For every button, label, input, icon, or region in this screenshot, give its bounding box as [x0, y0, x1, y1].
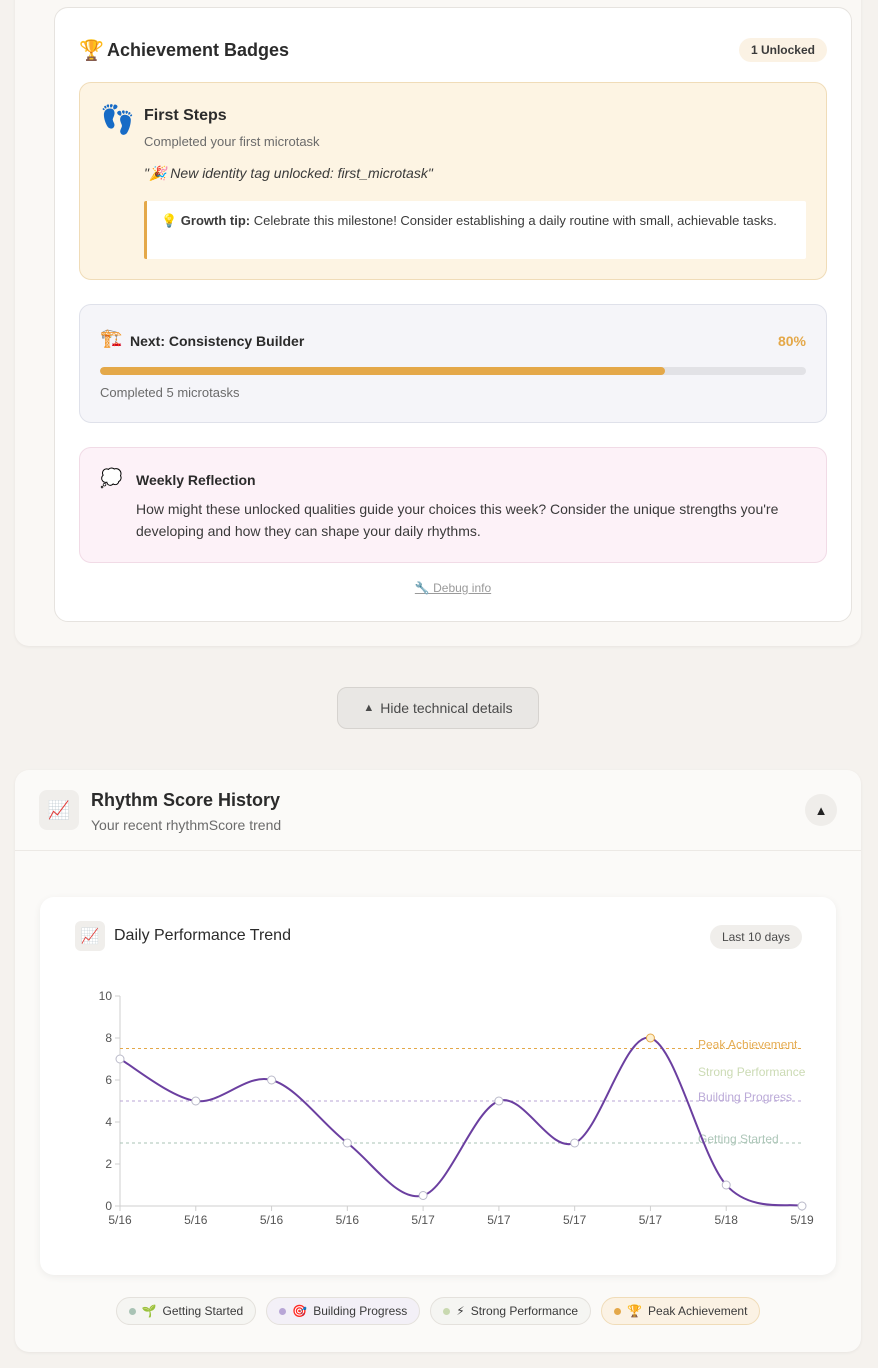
legend-item: 🎯 Building Progress: [266, 1297, 421, 1325]
y-tick-label: 10: [99, 989, 113, 1003]
x-tick-label: 5/16: [184, 1213, 208, 1227]
line-chart: 0 2 4 6 8 10 Peak Achievement Strong Performanc…: [99, 989, 814, 1227]
next-badge-progress: 🏗️ Next: Consistency Builder 80% Complet…: [79, 304, 827, 423]
x-tick-label: 5/16: [336, 1213, 360, 1227]
history-subtitle: Your recent rhythmScore trend: [91, 817, 282, 833]
next-badge-subtext: Completed 5 microtasks: [100, 385, 240, 400]
legend-item: 🌱 Getting Started: [115, 1297, 257, 1325]
y-tick-label: 6: [105, 1073, 112, 1087]
legend-dot: [279, 1307, 287, 1315]
legend-label: Building Progress: [313, 1304, 408, 1318]
legend-dot: [443, 1307, 451, 1315]
x-tick-label: 5/17: [411, 1213, 435, 1227]
x-tick-label: 5/16: [108, 1213, 132, 1227]
data-point: [494, 1096, 504, 1106]
series-line: [119, 1036, 803, 1207]
achievement-badges-card: 🏆 Achievement Badges 1 Unlocked 👣 First …: [54, 7, 852, 622]
badges-header: 🏆 Achievement Badges 1 Unlocked: [79, 35, 827, 65]
x-tick-label: 5/18: [715, 1213, 739, 1227]
legend-item: 🏆 Peak Achievement: [601, 1297, 761, 1325]
y-tick-label: 8: [105, 1031, 112, 1045]
badge-description: Completed your first microtask: [144, 134, 320, 149]
data-point: [191, 1096, 201, 1106]
debug-info-link[interactable]: 🔧 Debug info: [55, 581, 851, 595]
x-tick-label: 5/17: [563, 1213, 587, 1227]
next-badge-label: Next: Consistency Builder: [130, 333, 305, 349]
reference-label: Peak Achievement: [698, 1038, 798, 1052]
history-title: Rhythm Score History: [91, 790, 281, 810]
reference-label: Strong Performance: [698, 1065, 806, 1079]
performance-chart-card: 📈 Daily Performance Trend Last 10 days 0…: [40, 897, 836, 1275]
collapse-button[interactable]: ▲: [805, 794, 837, 826]
construction-icon: 🏗️: [100, 328, 123, 348]
unlocked-count-badge: 1 Unlocked: [738, 38, 827, 62]
rhythm-score-history: 📈 Rhythm Score History Your recent rhyth…: [15, 770, 861, 1352]
data-point: [267, 1075, 277, 1085]
arrow-up-icon: ▲: [363, 702, 375, 714]
growth-tip: 💡 Growth tip: Celebrate this milestone! …: [144, 201, 806, 259]
badges-section: 🏆 Achievement Badges 1 Unlocked 👣 First …: [15, 0, 861, 646]
x-tick-label: 5/17: [487, 1213, 511, 1227]
footprints-icon: 👣: [100, 104, 135, 135]
reference-label: Building Progress: [698, 1090, 792, 1104]
data-point: [342, 1138, 352, 1148]
data-point: [418, 1191, 428, 1200]
weekly-reflection: 💭 Weekly Reflection How might these unlo…: [79, 447, 827, 563]
legend-label: Strong Performance: [470, 1304, 579, 1318]
legend-icon: 🎯: [292, 1304, 308, 1318]
legend-dot: [128, 1307, 136, 1315]
chart-legend: 🌱 Getting Started 🎯 Building Progress ⚡ Stron…: [15, 1297, 861, 1325]
y-tick-label: 2: [105, 1157, 112, 1171]
legend-label: Getting Started: [162, 1304, 244, 1318]
legend-item: ⚡ Strong Performance: [430, 1297, 592, 1325]
y-tick-label: 0: [105, 1199, 112, 1213]
hide-technical-details-button[interactable]: ▲ Hide technical details: [337, 687, 539, 729]
reflection-title: Weekly Reflection: [136, 472, 256, 488]
reflection-text: How might these unlocked qualities guide…: [136, 501, 779, 539]
data-point: [115, 1054, 125, 1064]
badge-name: First Steps: [144, 107, 227, 124]
x-tick-label: 5/19: [790, 1213, 814, 1227]
hide-technical-details-label: Hide technical details: [380, 700, 513, 716]
trophy-icon: 🏆: [79, 39, 104, 62]
data-point: [721, 1180, 731, 1190]
next-badge-percent: 80%: [777, 333, 806, 349]
badges-title: Achievement Badges: [107, 39, 290, 60]
badge-quote: "🎉 New identity tag unlocked: first_micr…: [144, 165, 433, 181]
reference-label: Getting Started: [698, 1132, 779, 1146]
chart-trend-icon: 📈: [39, 790, 79, 830]
thought-bubble-icon: 💭: [100, 468, 123, 488]
growth-tip-text: Celebrate this milestone! Consider estab…: [250, 213, 777, 228]
progress-bar: [100, 367, 806, 375]
data-point: [645, 1033, 655, 1043]
growth-tip-label: 💡 Growth tip:: [161, 213, 251, 228]
x-tick-label: 5/17: [639, 1213, 663, 1227]
legend-dot: [614, 1307, 622, 1315]
legend-label: Peak Achievement: [648, 1304, 748, 1318]
legend-icon: 🏆: [627, 1304, 643, 1318]
legend-icon: 🌱: [141, 1304, 157, 1318]
data-point: [797, 1201, 807, 1211]
first-steps-badge: 👣 First Steps Completed your first micro…: [79, 82, 827, 280]
divider: [15, 850, 861, 851]
data-point: [570, 1138, 580, 1148]
x-tick-label: 5/16: [260, 1213, 284, 1227]
legend-icon: ⚡: [456, 1304, 465, 1318]
progress-bar-fill: [100, 367, 665, 375]
y-tick-label: 4: [105, 1115, 112, 1129]
